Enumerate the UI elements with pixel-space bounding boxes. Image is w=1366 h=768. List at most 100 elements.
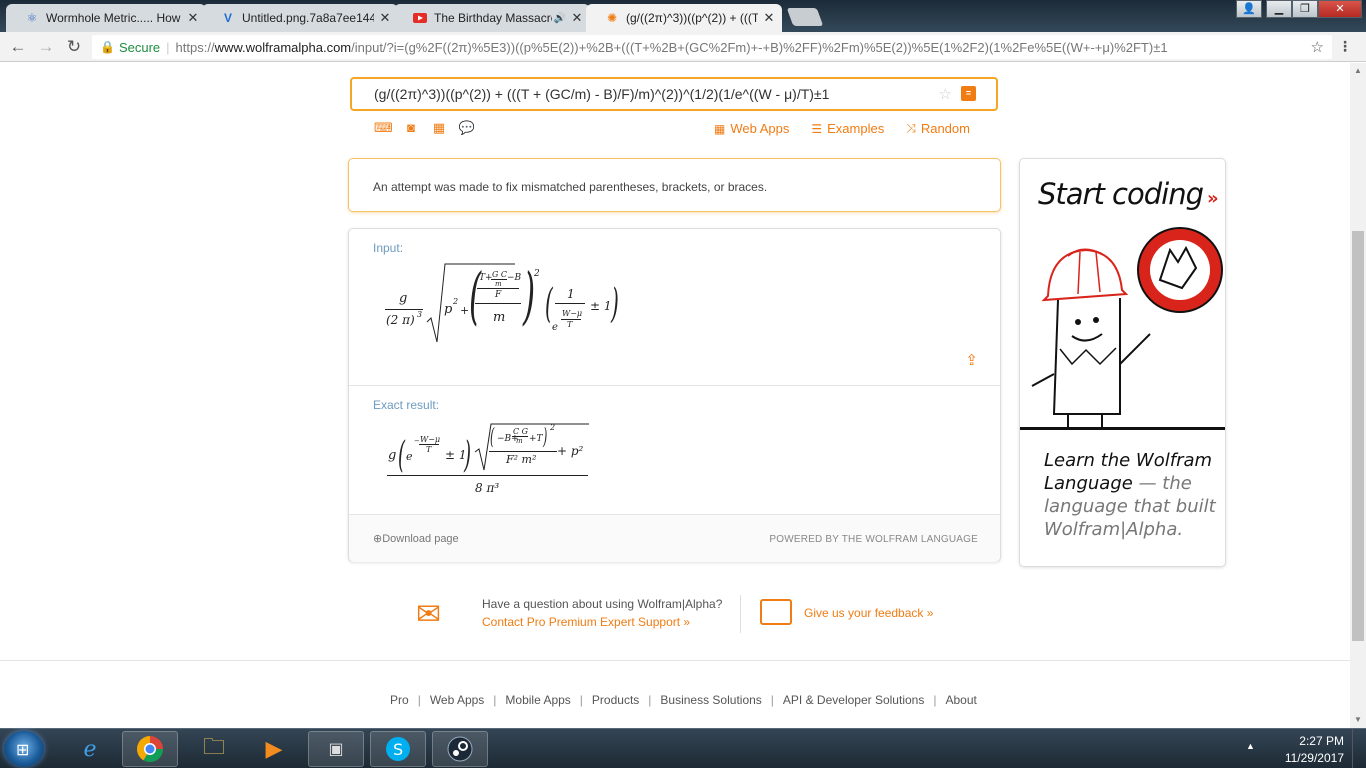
scroll-thumb[interactable] <box>1352 231 1364 641</box>
bookmark-star-icon[interactable]: ☆ <box>1311 38 1324 56</box>
footer-link-pro[interactable]: Pro <box>390 693 409 707</box>
powered-by-label[interactable]: POWERED BY THE WOLFRAM LANGUAGE <box>769 534 978 545</box>
web-apps-link[interactable]: ▦ Web Apps <box>714 121 789 136</box>
tab-close-icon[interactable]: ✕ <box>762 10 776 26</box>
footer-separator: | <box>417 693 421 707</box>
page-scrollbar[interactable]: ▲ ▼ <box>1350 63 1366 728</box>
help-question: Have a question about using Wolfram|Alph… <box>482 597 723 611</box>
camera-icon[interactable]: ◙ <box>402 121 420 135</box>
table-icon[interactable]: ▦ <box>430 121 448 135</box>
media-player-icon[interactable]: ▶ <box>246 731 302 767</box>
v-icon: V <box>223 11 232 25</box>
footer-separator: | <box>648 693 652 707</box>
math-T: T <box>567 320 573 329</box>
random-link[interactable]: ⤨ Random <box>906 121 970 136</box>
result-pod-title: Exact result: <box>373 398 440 412</box>
math-m: m <box>495 280 502 288</box>
footer-link-web-apps[interactable]: Web Apps <box>430 693 484 707</box>
footer-link-about[interactable]: About <box>945 693 976 707</box>
new-tab-button[interactable] <box>786 8 824 26</box>
math-exp-2: 2 <box>550 423 556 432</box>
fraction-bar <box>475 303 521 304</box>
math-m: m <box>493 310 506 325</box>
skype-icon[interactable]: S <box>370 731 426 767</box>
minimize-button[interactable]: ▁ <box>1266 0 1292 18</box>
maximize-button[interactable]: ❐ <box>1292 0 1318 18</box>
footer-link-mobile-apps[interactable]: Mobile Apps <box>505 693 570 707</box>
footer-link-business[interactable]: Business Solutions <box>660 693 761 707</box>
windows-logo-icon: ⊞ <box>16 742 30 759</box>
math-pm1: ± 1 <box>590 299 612 313</box>
chat-icon[interactable]: 💬 <box>458 121 476 135</box>
menu-icon[interactable]: ⋮ <box>1338 38 1352 55</box>
tab-title: The Birthday Massacre <box>434 11 552 25</box>
forward-icon[interactable]: → <box>32 37 60 57</box>
ad-headline: Start coding» <box>1038 177 1219 211</box>
address-bar[interactable]: 🔒 Secure | https://www.wolframalpha.com/… <box>92 35 1332 59</box>
tab-wormhole[interactable]: ⚛ Wormhole Metric..... How ✕ <box>6 4 206 32</box>
user-icon[interactable]: 👤 <box>1236 0 1262 18</box>
tab-wolfram[interactable]: ✺ (g/((2π)^3))((p^(2)) + (((T ✕ <box>586 4 782 32</box>
submit-button[interactable]: = <box>961 86 976 101</box>
tab-close-icon[interactable]: ✕ <box>378 10 392 26</box>
examples-label: Examples <box>827 121 885 136</box>
clock-time[interactable]: 2:27 PM <box>1299 734 1344 748</box>
math-g: g <box>399 291 408 306</box>
tab-close-icon[interactable]: ✕ <box>186 10 200 26</box>
tab-untitled[interactable]: V Untitled.png.7a8a7ee144 ✕ <box>202 4 398 32</box>
url-host: www.wolframalpha.com <box>214 39 352 55</box>
math-eight-pi3: 8 π³ <box>475 481 500 495</box>
footer-link-products[interactable]: Products <box>592 693 639 707</box>
start-button[interactable]: ⊞ <box>4 731 44 767</box>
cloud-upload-icon[interactable]: ⇪ <box>965 351 978 369</box>
paren-left: ( <box>545 281 553 327</box>
fraction-bar <box>555 303 585 304</box>
scroll-down-icon[interactable]: ▼ <box>1350 712 1366 728</box>
app-window-icon[interactable]: ▣ <box>308 731 364 767</box>
tab-title: Wormhole Metric..... How <box>46 11 181 25</box>
keyboard-icon[interactable]: ⌨ <box>374 121 393 135</box>
math-exp-3: 3 <box>417 310 423 319</box>
list-icon: ☰ <box>811 121 823 136</box>
reload-icon[interactable]: ↻ <box>60 37 88 57</box>
download-page-link[interactable]: ⊕Download page <box>373 532 459 545</box>
file-explorer-icon[interactable]: 🗀 <box>186 731 242 767</box>
tray-expand-icon[interactable]: ▲ <box>1246 741 1255 751</box>
ad-arrow: » <box>1207 188 1219 209</box>
speaker-icon[interactable]: 🔊 <box>554 13 566 24</box>
contact-support-link[interactable]: Contact Pro Premium Expert Support » <box>482 615 690 629</box>
steam-icon[interactable] <box>432 731 488 767</box>
examples-link[interactable]: ☰ Examples <box>811 121 884 136</box>
tab-close-icon[interactable]: ✕ <box>570 10 584 26</box>
favorite-star-icon[interactable]: ☆ <box>939 85 952 103</box>
shuffle-icon: ⤨ <box>906 121 916 135</box>
chrome-icon[interactable] <box>122 731 178 767</box>
tab-title: Untitled.png.7a8a7ee144 <box>242 11 374 25</box>
math-W-mu: W−μ <box>420 435 441 444</box>
math-g: g <box>388 448 397 463</box>
show-desktop-button[interactable] <box>1352 729 1366 768</box>
atom-icon: ⚛ <box>26 11 38 25</box>
clock-date[interactable]: 11/29/2017 <box>1285 751 1344 765</box>
system-tray: ▲ 2:27 PM 11/29/2017 <box>1246 729 1366 768</box>
internet-explorer-icon[interactable]: ℯ <box>62 731 118 767</box>
scroll-up-icon[interactable]: ▲ <box>1350 63 1366 79</box>
start-coding-ad[interactable]: Start coding» Learn the Wolfram Language… <box>1019 158 1226 567</box>
url-scheme: https:// <box>175 39 215 55</box>
search-input[interactable]: (g/((2π)^3))((p^(2)) + (((T + (GC/m) - B… <box>350 77 998 111</box>
ad-headline-text: Start coding <box>1038 177 1204 211</box>
footer-link-api[interactable]: API & Developer Solutions <box>783 693 924 707</box>
fraction-bar <box>489 451 557 452</box>
footer-divider <box>0 660 1350 661</box>
tab-birthday-massacre[interactable]: The Birthday Massacre 🔊 ✕ <box>394 4 590 32</box>
feedback-link[interactable]: Give us your feedback » <box>804 606 933 620</box>
close-window-button[interactable]: ✕ <box>1318 0 1362 18</box>
paren-left: ( <box>398 435 406 476</box>
back-icon[interactable]: ← <box>4 37 32 57</box>
results-panel: Input: g (2 π) 3 p 2 + ( T + G C m −B F … <box>348 228 1001 562</box>
math-exp-2: 2 <box>453 297 459 306</box>
random-label: Random <box>920 121 970 136</box>
pod-divider <box>349 385 1000 386</box>
input-tools: ⌨ ◙ ▦ 💬 <box>374 121 476 135</box>
math-plus: + <box>460 304 470 317</box>
